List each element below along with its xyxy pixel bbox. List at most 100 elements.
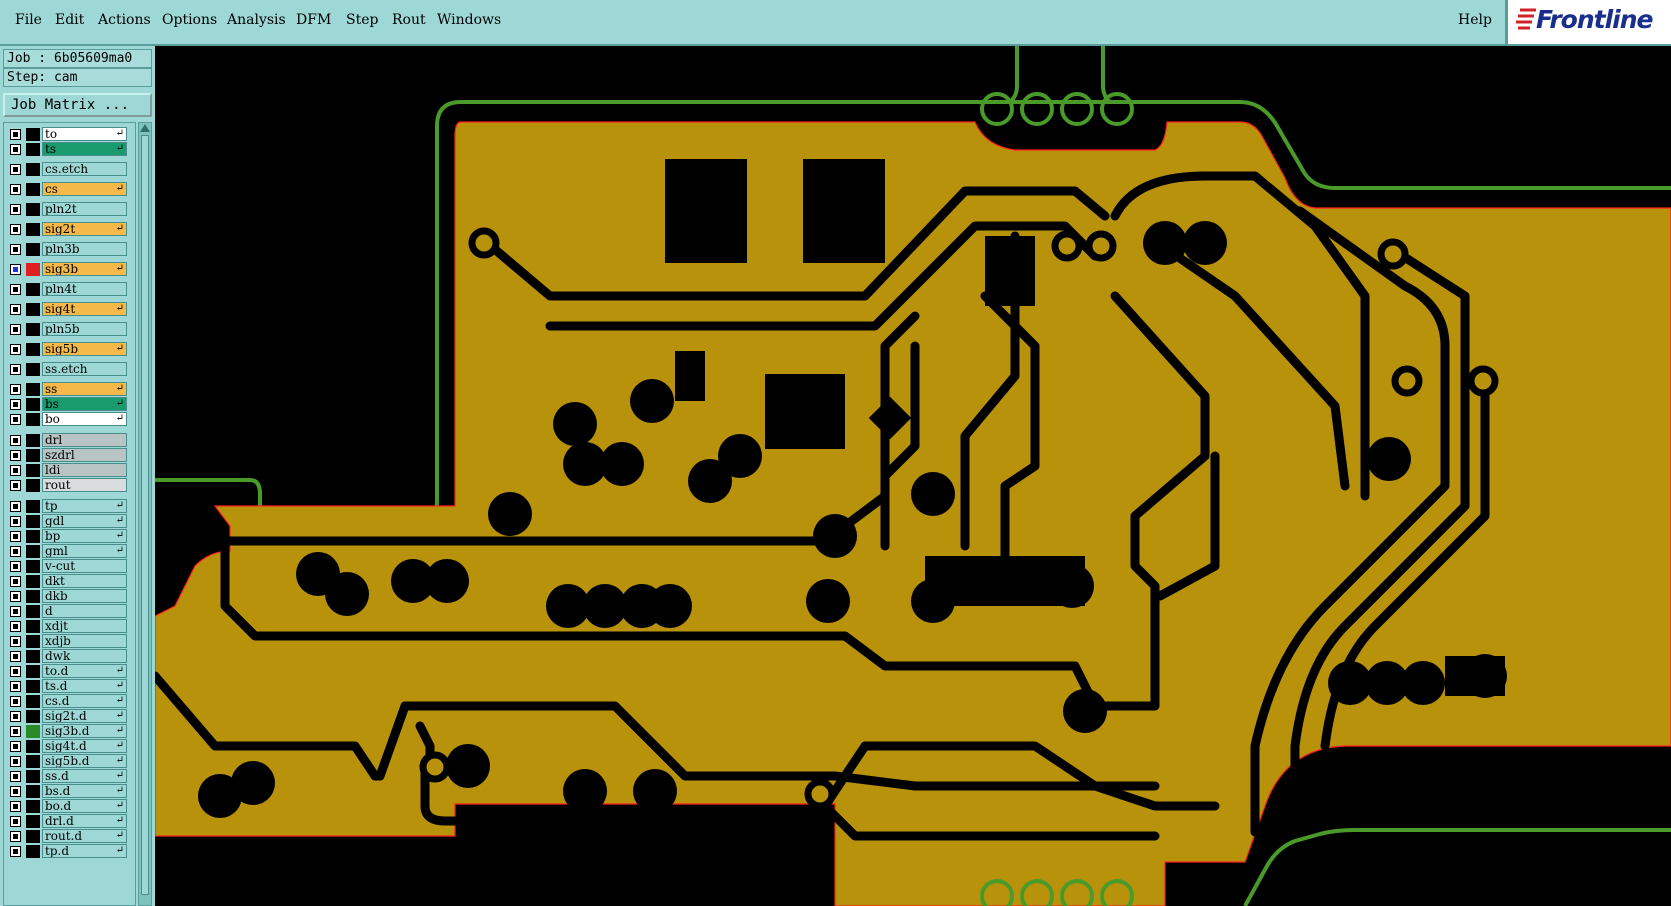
layer-name[interactable]: cs ↵ xyxy=(42,182,127,196)
layer-name[interactable]: sig3b ↵ xyxy=(42,262,127,276)
layer-name[interactable]: ldi xyxy=(42,463,127,477)
layer-row[interactable]: d xyxy=(4,604,135,619)
layer-checkbox[interactable] xyxy=(10,756,21,767)
layer-checkbox[interactable] xyxy=(10,244,21,255)
menu-dfm[interactable]: DFM xyxy=(296,12,331,28)
layer-row[interactable]: ts ↵ xyxy=(4,142,135,157)
layer-color-swatch[interactable] xyxy=(26,815,40,828)
layer-row[interactable]: sig3b ↵ xyxy=(4,262,135,277)
layer-row[interactable]: bo ↵ xyxy=(4,412,135,427)
layer-name[interactable]: v-cut xyxy=(42,559,127,573)
layer-row[interactable]: tp ↵ xyxy=(4,499,135,514)
layer-name[interactable]: drl.d ↵ xyxy=(42,814,127,828)
layer-name[interactable]: cs.etch xyxy=(42,162,127,176)
layer-name[interactable]: gdl ↵ xyxy=(42,514,127,528)
menu-rout[interactable]: Rout xyxy=(392,12,426,28)
layer-row[interactable]: cs.etch xyxy=(4,162,135,177)
layer-checkbox[interactable] xyxy=(10,144,21,155)
layer-checkbox[interactable] xyxy=(10,816,21,827)
layer-checkbox[interactable] xyxy=(10,786,21,797)
layer-row[interactable]: bp ↵ xyxy=(4,529,135,544)
layer-color-swatch[interactable] xyxy=(26,163,40,176)
layer-checkbox[interactable] xyxy=(10,771,21,782)
layer-checkbox[interactable] xyxy=(10,224,21,235)
menu-file[interactable]: File xyxy=(15,12,42,28)
layer-color-swatch[interactable] xyxy=(26,479,40,492)
layer-color-swatch[interactable] xyxy=(26,263,40,276)
layer-color-swatch[interactable] xyxy=(26,303,40,316)
layer-row[interactable]: pln2t xyxy=(4,202,135,217)
layer-color-swatch[interactable] xyxy=(26,800,40,813)
layer-checkbox[interactable] xyxy=(10,606,21,617)
layer-checkbox[interactable] xyxy=(10,831,21,842)
layer-row[interactable]: pln5b xyxy=(4,322,135,337)
layer-name[interactable]: sig5b ↵ xyxy=(42,342,127,356)
layer-row[interactable]: sig4t.d ↵ xyxy=(4,739,135,754)
layer-checkbox[interactable] xyxy=(10,164,21,175)
layer-row[interactable]: xdjb xyxy=(4,634,135,649)
layer-color-swatch[interactable] xyxy=(26,398,40,411)
layer-color-swatch[interactable] xyxy=(26,620,40,633)
layer-color-swatch[interactable] xyxy=(26,203,40,216)
layer-row[interactable]: tp.d ↵ xyxy=(4,844,135,859)
layer-row[interactable]: bo.d ↵ xyxy=(4,799,135,814)
layer-color-swatch[interactable] xyxy=(26,343,40,356)
layer-checkbox[interactable] xyxy=(10,364,21,375)
layer-name[interactable]: to ↵ xyxy=(42,127,127,141)
layer-name[interactable]: pln3b xyxy=(42,242,127,256)
layer-checkbox[interactable] xyxy=(10,284,21,295)
layer-row[interactable]: drl xyxy=(4,433,135,448)
layer-name[interactable]: d xyxy=(42,604,127,618)
layer-name[interactable]: ts ↵ xyxy=(42,142,127,156)
layer-checkbox[interactable] xyxy=(10,711,21,722)
layer-checkbox[interactable] xyxy=(10,846,21,857)
layer-name[interactable]: sig2t.d ↵ xyxy=(42,709,127,723)
layer-checkbox[interactable] xyxy=(10,435,21,446)
layer-color-swatch[interactable] xyxy=(26,680,40,693)
layer-checkbox[interactable] xyxy=(10,501,21,512)
layer-name[interactable]: bo.d ↵ xyxy=(42,799,127,813)
layer-name[interactable]: xdjb xyxy=(42,634,127,648)
menu-analysis[interactable]: Analysis xyxy=(227,12,286,28)
layer-checkbox[interactable] xyxy=(10,561,21,572)
layer-checkbox[interactable] xyxy=(10,531,21,542)
layer-color-swatch[interactable] xyxy=(26,845,40,858)
layer-name[interactable]: tp ↵ xyxy=(42,499,127,513)
layer-checkbox[interactable] xyxy=(10,516,21,527)
layer-color-swatch[interactable] xyxy=(26,283,40,296)
layer-name[interactable]: gml ↵ xyxy=(42,544,127,558)
layer-checkbox[interactable] xyxy=(10,414,21,425)
layer-name[interactable]: pln4t xyxy=(42,282,127,296)
layer-color-swatch[interactable] xyxy=(26,590,40,603)
layer-row[interactable]: sig4t ↵ xyxy=(4,302,135,317)
layer-color-swatch[interactable] xyxy=(26,128,40,141)
layer-row[interactable]: to ↵ xyxy=(4,127,135,142)
layer-color-swatch[interactable] xyxy=(26,560,40,573)
layer-row[interactable]: ss.d ↵ xyxy=(4,769,135,784)
layer-checkbox[interactable] xyxy=(10,184,21,195)
layer-checkbox[interactable] xyxy=(10,726,21,737)
layer-checkbox[interactable] xyxy=(10,129,21,140)
layer-name[interactable]: sig2t ↵ xyxy=(42,222,127,236)
layer-color-swatch[interactable] xyxy=(26,665,40,678)
layer-color-swatch[interactable] xyxy=(26,413,40,426)
layer-row[interactable]: sig5b ↵ xyxy=(4,342,135,357)
layer-color-swatch[interactable] xyxy=(26,530,40,543)
layer-row[interactable]: sig2t.d ↵ xyxy=(4,709,135,724)
layer-row[interactable]: xdjt xyxy=(4,619,135,634)
menu-help[interactable]: Help xyxy=(1458,12,1492,28)
layer-row[interactable]: dwk xyxy=(4,649,135,664)
layer-checkbox[interactable] xyxy=(10,204,21,215)
layer-name[interactable]: bp ↵ xyxy=(42,529,127,543)
layer-row[interactable]: ts.d ↵ xyxy=(4,679,135,694)
layer-name[interactable]: drl xyxy=(42,433,127,447)
layer-name[interactable]: bo ↵ xyxy=(42,412,127,426)
layer-name[interactable]: sig3b.d ↵ xyxy=(42,724,127,738)
layer-color-swatch[interactable] xyxy=(26,449,40,462)
layer-name[interactable]: cs.d ↵ xyxy=(42,694,127,708)
layer-row[interactable]: v-cut xyxy=(4,559,135,574)
layer-color-swatch[interactable] xyxy=(26,434,40,447)
layer-row[interactable]: rout.d ↵ xyxy=(4,829,135,844)
layer-checkbox[interactable] xyxy=(10,741,21,752)
layer-name[interactable]: rout xyxy=(42,478,127,492)
